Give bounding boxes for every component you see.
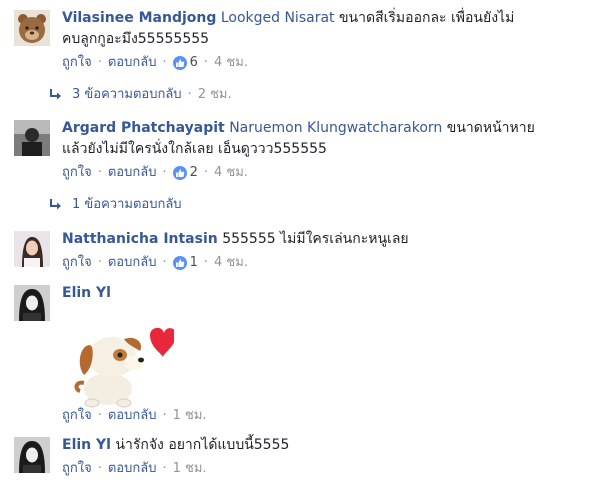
separator: · — [162, 461, 167, 476]
thumbs-up-icon[interactable] — [172, 166, 187, 180]
separator: · — [203, 255, 209, 270]
avatar[interactable] — [14, 231, 50, 267]
separator: · — [97, 461, 102, 476]
timestamp[interactable]: 1 ชม. — [173, 407, 207, 425]
view-replies-link[interactable]: 1 ข้อความตอบกลับ — [48, 196, 182, 214]
like-link[interactable]: ถูกใจ — [62, 407, 92, 425]
comment-actions: ถูกใจ · ตอบกลับ · 2 · 4 ชม. — [62, 164, 594, 182]
author-name[interactable]: Argard Phatchayapit — [62, 120, 225, 136]
separator: · — [97, 165, 102, 180]
separator: · — [97, 55, 102, 70]
reply-link[interactable]: ตอบกลับ — [108, 407, 157, 425]
person-avatar-icon — [14, 437, 50, 473]
avatar[interactable] — [14, 285, 50, 321]
separator: · — [97, 408, 102, 423]
reply-arrow-icon — [50, 199, 61, 210]
replies-count-label[interactable]: 1 ข้อความตอบกลับ — [72, 196, 182, 214]
comment-actions: ถูกใจ · ตอบกลับ · 6 · 4 ชม. — [62, 54, 594, 72]
reaction-count[interactable]: 2 — [190, 164, 198, 182]
mention-link[interactable]: Lookged Nisarat — [221, 10, 335, 26]
thumbs-up-icon[interactable] — [172, 56, 187, 70]
comment-text: น่ารักจัง อยากได้แบบนี้5555 — [115, 437, 290, 453]
like-link[interactable]: ถูกใจ — [62, 164, 92, 182]
person-avatar-icon — [14, 231, 50, 267]
separator: · — [162, 255, 167, 270]
author-name[interactable]: Vilasinee Mandjong — [62, 10, 216, 26]
comment-actions: ถูกใจ · ตอบกลับ · 1 · 4 ชม. — [62, 254, 594, 272]
replies-count-label[interactable]: 3 ข้อความตอบกลับ — [72, 86, 182, 104]
comment-thread: Vilasinee Mandjong Lookged Nisarat ขนาดส… — [0, 0, 600, 487]
author-name[interactable]: Natthanicha Intasin — [62, 231, 218, 247]
comment-actions: ถูกใจ · ตอบกลับ · 1 ชม. — [62, 460, 594, 478]
timestamp[interactable]: 4 ชม. — [214, 164, 248, 182]
separator: · — [162, 408, 167, 423]
reaction-count[interactable]: 1 — [190, 254, 198, 272]
reply-link[interactable]: ตอบกลับ — [108, 54, 157, 72]
avatar[interactable] — [14, 120, 50, 156]
timestamp[interactable]: 1 ชม. — [173, 460, 207, 478]
comment-text: 555555 ไม่มีใครเล่นกะหนูเลย — [222, 231, 409, 247]
comment-text: ขนาดสีเริ่มออกละ เพื่อนยังไม่ — [338, 10, 515, 26]
comment-actions: ถูกใจ · ตอบกลับ · 1 ชม. — [62, 407, 207, 425]
separator: · — [187, 87, 192, 102]
separator: · — [162, 165, 167, 180]
like-link[interactable]: ถูกใจ — [62, 54, 92, 72]
separator: · — [203, 55, 209, 70]
reply-link[interactable]: ตอบกลับ — [108, 164, 157, 182]
reaction-count[interactable]: 6 — [190, 54, 198, 72]
view-replies-link[interactable]: 3 ข้อความตอบกลับ · 2 ชม. — [48, 86, 232, 104]
mention-link[interactable]: Naruemon Klungwatcharakorn — [229, 120, 442, 136]
reply-link[interactable]: ตอบกลับ — [108, 254, 157, 272]
comment-text: ขนาดหน้าหาย — [446, 120, 535, 136]
like-link[interactable]: ถูกใจ — [62, 460, 92, 478]
comment-text: คบลูกกูอะมึง55555555 — [62, 31, 210, 47]
timestamp[interactable]: 4 ชม. — [214, 54, 248, 72]
puppy-heart-sticker[interactable] — [62, 317, 174, 417]
like-link[interactable]: ถูกใจ — [62, 254, 92, 272]
author-name[interactable]: Elin Yl — [62, 285, 111, 301]
timestamp: 2 ชม. — [197, 87, 232, 102]
person-avatar-icon — [14, 285, 50, 321]
thumbs-up-icon[interactable] — [172, 256, 187, 270]
separator: · — [162, 55, 167, 70]
separator: · — [203, 165, 209, 180]
author-name[interactable]: Elin Yl — [62, 437, 111, 453]
reply-link[interactable]: ตอบกลับ — [108, 460, 157, 478]
comment-text: แล้วยังไม่มีใครนั่งใกล้เลย เอ็นดูววว5555… — [62, 141, 327, 157]
reply-arrow-icon — [50, 89, 61, 100]
separator: · — [97, 255, 102, 270]
timestamp[interactable]: 4 ชม. — [214, 254, 248, 272]
avatar[interactable] — [14, 10, 50, 46]
avatar[interactable] — [14, 437, 50, 473]
person-avatar-icon — [14, 120, 50, 156]
bear-avatar-icon — [14, 10, 50, 46]
